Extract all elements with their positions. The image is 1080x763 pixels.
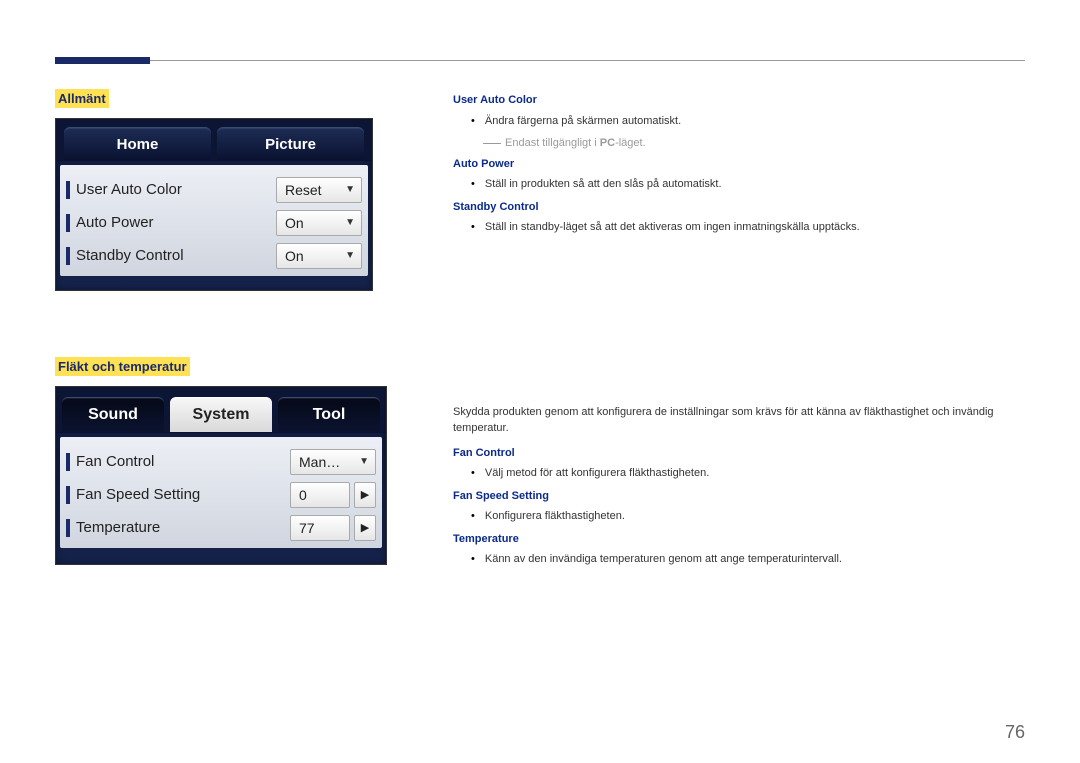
dropdown-value: Man…	[299, 454, 340, 470]
desc-heading: Standby Control	[453, 199, 1025, 216]
desc-bullet: Ändra färgerna på skärmen automatiskt.	[453, 113, 1025, 130]
chevron-down-icon: ▼	[345, 217, 355, 228]
tab-label: Sound	[88, 406, 138, 424]
dropdown-value: Reset	[285, 182, 322, 198]
tab-system[interactable]: System	[170, 397, 272, 432]
dropdown-standby-control[interactable]: On ▼	[276, 243, 362, 269]
desc-heading: Temperature	[453, 531, 1025, 548]
desc-bullet: Ställ in produkten så att den slås på au…	[453, 176, 1025, 193]
osd-panel-fan: Sound System Tool Fan Control Man…	[55, 386, 387, 565]
intro-text: Skydda produkten genom att konfigurera d…	[453, 404, 1025, 437]
osd-panel-general: Home Picture User Auto Color Reset ▼	[55, 118, 373, 291]
row-marker-icon	[66, 247, 70, 265]
dropdown-fan-control[interactable]: Man… ▼	[290, 449, 376, 475]
tab-home[interactable]: Home	[64, 127, 211, 160]
chevron-down-icon: ▼	[345, 184, 355, 195]
row-marker-icon	[66, 181, 70, 199]
row-marker-icon	[66, 453, 70, 471]
spin-value-fan-speed[interactable]: 0	[290, 482, 350, 508]
spin-value-temperature[interactable]: 77	[290, 515, 350, 541]
row-label: Standby Control	[76, 247, 276, 264]
spin-increment[interactable]: ▶	[354, 482, 376, 508]
tab-sound[interactable]: Sound	[62, 397, 164, 432]
dropdown-value: On	[285, 248, 304, 264]
dropdown-auto-power[interactable]: On ▼	[276, 210, 362, 236]
desc-heading: Auto Power	[453, 156, 1025, 173]
desc-note: Endast tillgängligt i PC-läget.	[483, 135, 1025, 152]
tab-tool[interactable]: Tool	[278, 397, 380, 432]
desc-heading: Fan Control	[453, 445, 1025, 462]
desc-heading: Fan Speed Setting	[453, 488, 1025, 505]
desc-bullet: Välj metod för att konfigurera fläkthast…	[453, 465, 1025, 482]
row-label: Temperature	[76, 519, 290, 536]
tab-picture[interactable]: Picture	[217, 127, 364, 160]
osd-row: Auto Power On ▼	[66, 206, 362, 239]
spin-increment[interactable]: ▶	[354, 515, 376, 541]
chevron-down-icon: ▼	[345, 250, 355, 261]
osd-row: Fan Control Man… ▼	[66, 445, 376, 478]
desc-heading: User Auto Color	[453, 92, 1025, 109]
chevron-down-icon: ▼	[359, 456, 369, 467]
row-label: User Auto Color	[76, 181, 276, 198]
page-number: 76	[1005, 722, 1025, 743]
spin-value: 77	[299, 520, 315, 536]
row-label: Fan Speed Setting	[76, 486, 290, 503]
dropdown-user-auto-color[interactable]: Reset ▼	[276, 177, 362, 203]
osd-row: Standby Control On ▼	[66, 239, 362, 272]
desc-bullet: Ställ in standby-läget så att det aktive…	[453, 219, 1025, 236]
osd-row: Fan Speed Setting 0 ▶	[66, 478, 376, 511]
row-marker-icon	[66, 486, 70, 504]
desc-bullet: Känn av den invändiga temperaturen genom…	[453, 551, 1025, 568]
tab-label: Picture	[265, 136, 316, 153]
row-marker-icon	[66, 519, 70, 537]
tab-label: System	[193, 406, 250, 424]
osd-row: User Auto Color Reset ▼	[66, 173, 362, 206]
desc-bullet: Konfigurera fläkthastigheten.	[453, 508, 1025, 525]
row-label: Fan Control	[76, 453, 290, 470]
row-marker-icon	[66, 214, 70, 232]
triangle-right-icon: ▶	[361, 488, 369, 501]
osd-row: Temperature 77 ▶	[66, 511, 376, 544]
dropdown-value: On	[285, 215, 304, 231]
tab-label: Tool	[313, 406, 346, 424]
top-rule	[55, 60, 1025, 61]
tab-label: Home	[117, 136, 159, 153]
heading-general: Allmänt	[55, 89, 109, 108]
heading-fan: Fläkt och temperatur	[55, 357, 190, 376]
dash-icon	[483, 143, 501, 144]
triangle-right-icon: ▶	[361, 521, 369, 534]
row-label: Auto Power	[76, 214, 276, 231]
spin-value: 0	[299, 487, 307, 503]
